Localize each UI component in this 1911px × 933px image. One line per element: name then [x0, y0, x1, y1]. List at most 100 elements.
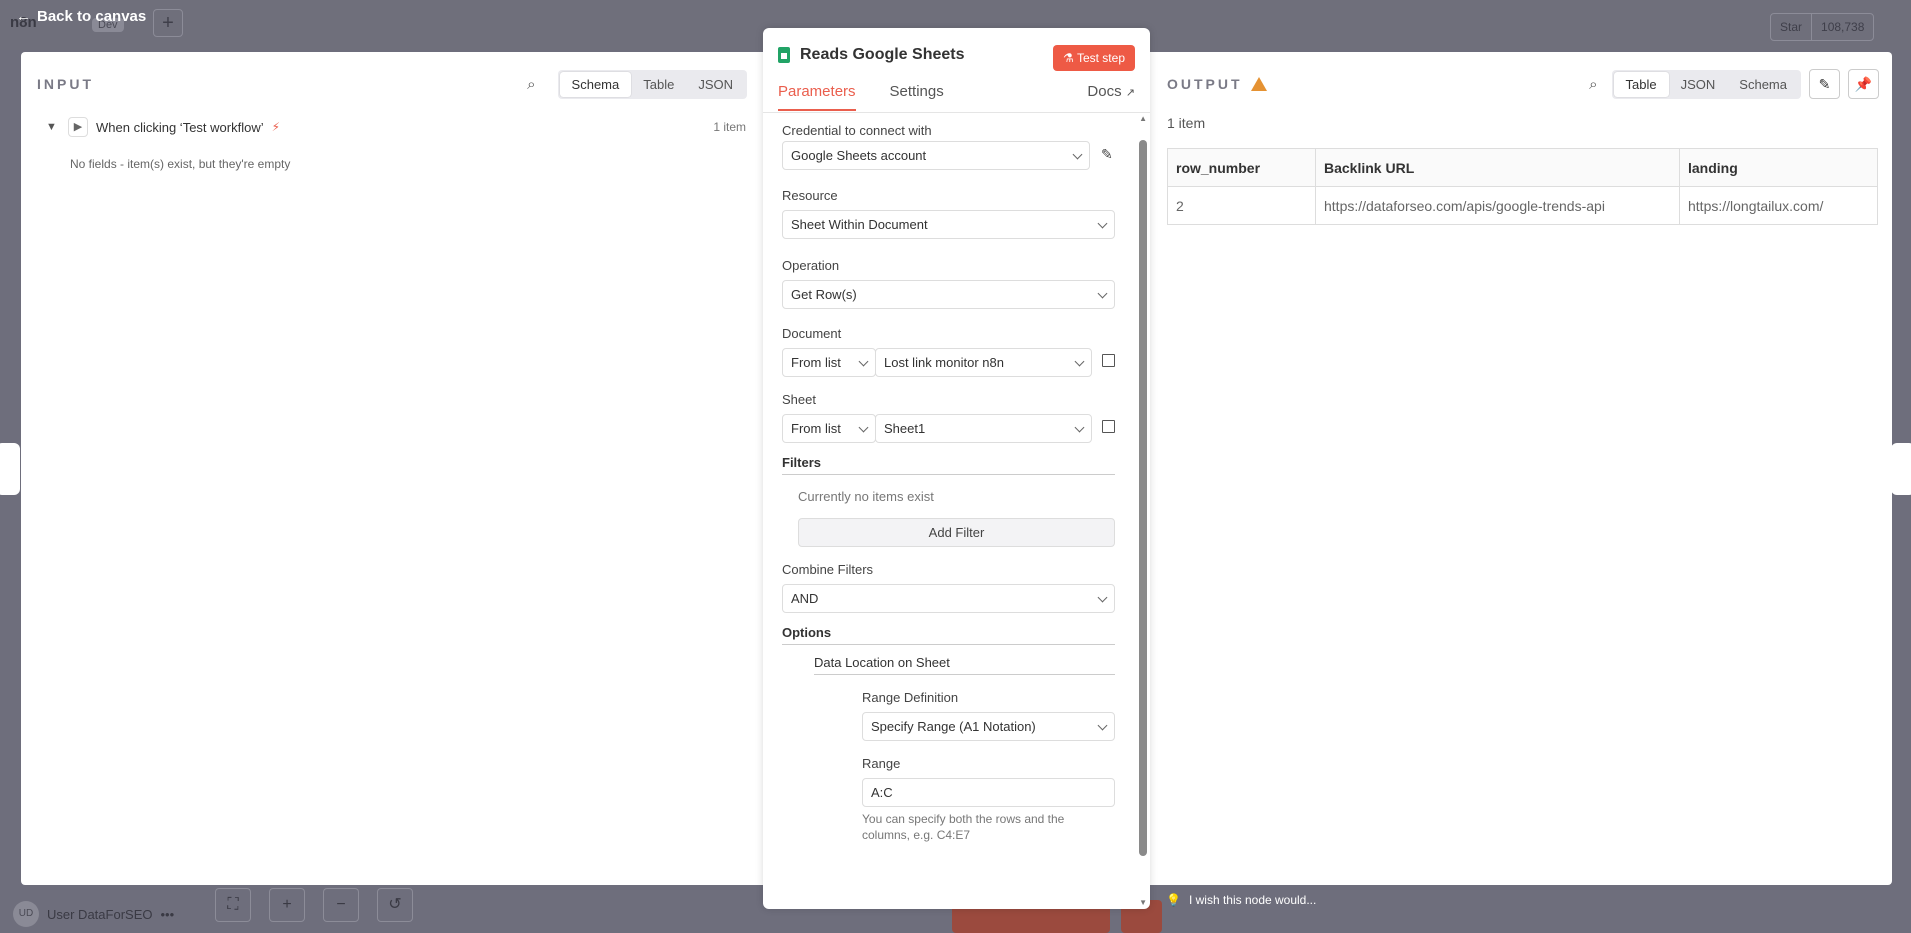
pencil-icon: ✎ — [1818, 76, 1831, 92]
range-input[interactable]: A:C — [862, 778, 1115, 807]
output-title: OUTPUT — [1167, 76, 1243, 92]
back-to-canvas-link[interactable]: ← Back to canvas — [16, 8, 146, 25]
pencil-icon[interactable]: ✎ — [1101, 146, 1113, 163]
sheet-value: Sheet1 — [884, 421, 926, 436]
credential-value: Google Sheets account — [791, 148, 927, 163]
output-view-table[interactable]: Table — [1613, 71, 1669, 97]
input-view-schema[interactable]: Schema — [559, 71, 632, 97]
document-select[interactable]: Lost link monitor n8n — [875, 348, 1092, 377]
credential-label: Credential to connect with — [782, 123, 932, 138]
user-menu[interactable]: UD User DataForSEO ••• — [13, 901, 174, 927]
output-view-schema[interactable]: Schema — [1727, 72, 1799, 97]
operation-value: Get Row(s) — [791, 287, 857, 302]
table-header-row: row_number Backlink URL landing — [1167, 148, 1878, 187]
chevron-down-icon[interactable]: ▼ — [46, 121, 60, 133]
add-project-button[interactable]: + — [153, 9, 183, 37]
pin-icon: 📌 — [1854, 76, 1873, 92]
input-view-table[interactable]: Table — [631, 72, 686, 97]
output-view-json[interactable]: JSON — [1669, 72, 1728, 97]
combine-filters-select[interactable]: AND — [782, 584, 1115, 613]
tab-docs[interactable]: Docs ↗ — [1087, 83, 1135, 111]
data-location-section[interactable]: Data Location on Sheet — [814, 655, 1115, 675]
right-side-tab[interactable] — [1891, 443, 1911, 495]
output-pane-header: OUTPUT ⌕ Table JSON Schema ✎ 📌 — [1167, 64, 1879, 104]
chevron-down-icon — [1097, 218, 1108, 229]
zoom-in-button[interactable]: + — [269, 888, 305, 922]
zoom-out-button[interactable]: − — [323, 888, 359, 922]
chevron-down-icon — [858, 356, 869, 367]
range-definition-value: Specify Range (A1 Notation) — [871, 719, 1036, 734]
feedback-link[interactable]: 💡 I wish this node would... — [1166, 893, 1316, 907]
tab-parameters[interactable]: Parameters — [778, 83, 856, 111]
input-view-switcher: Schema Table JSON — [557, 69, 747, 99]
warning-icon[interactable] — [1250, 77, 1267, 91]
external-link-icon: ↗ — [1125, 87, 1135, 99]
chevron-down-icon — [1097, 288, 1108, 299]
test-step-button[interactable]: ⚗ Test step — [1053, 45, 1135, 71]
table-cell[interactable]: https://dataforseo.com/apis/google-trend… — [1315, 186, 1680, 225]
resource-value: Sheet Within Document — [791, 217, 928, 232]
reset-zoom-button[interactable]: ↺ — [377, 888, 413, 922]
node-title[interactable]: Reads Google Sheets — [800, 46, 965, 64]
column-header[interactable]: landing — [1679, 148, 1878, 187]
resource-label: Resource — [782, 188, 838, 203]
star-label: Star — [1780, 20, 1803, 34]
github-star-button[interactable]: Star 108,738 — [1770, 13, 1875, 41]
cursor-icon: ▶ — [68, 117, 88, 137]
node-tabs: Parameters Settings Docs ↗ — [778, 83, 1135, 111]
avatar: UD — [13, 901, 39, 927]
fit-view-button[interactable]: ⛶ — [215, 888, 251, 922]
open-external-icon[interactable] — [1102, 354, 1115, 367]
sheet-mode-select[interactable]: From list — [782, 414, 876, 443]
tab-settings[interactable]: Settings — [890, 83, 944, 111]
output-view-switcher: Table JSON Schema — [1611, 69, 1801, 99]
sheet-select[interactable]: Sheet1 — [875, 414, 1092, 443]
combine-filters-value: AND — [791, 591, 819, 606]
chevron-down-icon — [1097, 720, 1108, 731]
document-mode-select[interactable]: From list — [782, 348, 876, 377]
google-sheets-icon — [778, 47, 790, 63]
column-header[interactable]: Backlink URL — [1315, 148, 1680, 187]
table-row: 2 https://dataforseo.com/apis/google-tre… — [1167, 186, 1878, 225]
star-count: 108,738 — [1811, 14, 1873, 40]
combine-filters-label: Combine Filters — [782, 562, 874, 577]
feedback-text: I wish this node would... — [1188, 893, 1317, 907]
trigger-label: When clicking ‘Test workflow’ — [96, 119, 264, 135]
open-external-icon[interactable] — [1102, 420, 1115, 433]
input-view-json[interactable]: JSON — [686, 72, 745, 97]
range-label: Range — [862, 756, 901, 771]
search-icon[interactable]: ⌕ — [1589, 76, 1597, 93]
bolt-icon: ⚡ — [271, 120, 281, 134]
add-filter-button[interactable]: Add Filter — [798, 518, 1115, 547]
filters-section: Filters — [782, 455, 1115, 475]
operation-select[interactable]: Get Row(s) — [782, 280, 1115, 309]
chevron-down-icon — [858, 422, 869, 433]
search-icon[interactable]: ⌕ — [527, 76, 535, 93]
arrow-left-icon: ← — [16, 8, 31, 25]
range-definition-label: Range Definition — [862, 690, 959, 705]
chevron-down-icon — [1074, 422, 1085, 433]
user-name: User DataForSEO — [47, 906, 153, 922]
docs-label: Docs — [1087, 83, 1122, 100]
operation-label: Operation — [782, 258, 840, 273]
scroll-down-icon[interactable]: ▼ — [1139, 898, 1147, 907]
credential-select[interactable]: Google Sheets account — [782, 141, 1090, 170]
scrollbar[interactable] — [1139, 140, 1147, 856]
pin-data-button[interactable]: 📌 — [1848, 69, 1879, 99]
input-trigger-row[interactable]: ▼ ▶ When clicking ‘Test workflow’ ⚡ 1 it… — [46, 117, 746, 137]
scroll-up-icon[interactable]: ▲ — [1139, 114, 1147, 123]
left-side-tab[interactable] — [0, 443, 20, 495]
input-item-count: 1 item — [713, 120, 746, 134]
node-parameters-panel: Reads Google Sheets ⚗ Test step Paramete… — [763, 28, 1150, 909]
input-pane-header: INPUT ⌕ Schema Table JSON — [37, 64, 747, 104]
resource-select[interactable]: Sheet Within Document — [782, 210, 1115, 239]
range-value: A:C — [871, 785, 893, 800]
edit-output-button[interactable]: ✎ — [1809, 69, 1840, 99]
table-cell[interactable]: 2 — [1167, 186, 1316, 225]
more-icon[interactable]: ••• — [160, 907, 174, 922]
column-header[interactable]: row_number — [1167, 148, 1316, 187]
sheet-mode-value: From list — [791, 421, 841, 436]
output-table: row_number Backlink URL landing 2 https:… — [1167, 148, 1878, 225]
table-cell[interactable]: https://longtailux.com/ — [1679, 186, 1878, 225]
range-definition-select[interactable]: Specify Range (A1 Notation) — [862, 712, 1115, 741]
